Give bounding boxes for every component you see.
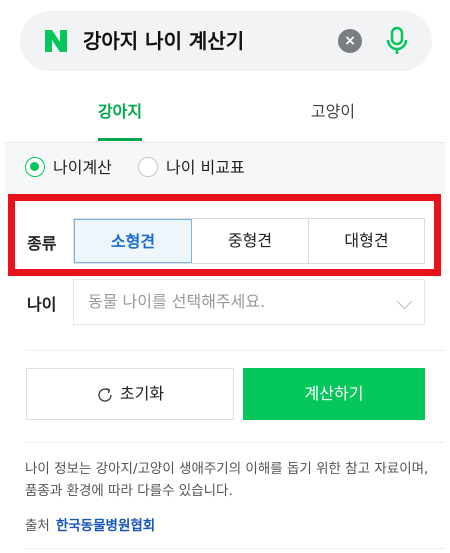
kind-small-button[interactable]: 소형견 (74, 219, 192, 263)
source-link[interactable]: 한국동물병원협회 (56, 518, 155, 534)
reset-label: 초기화 (119, 384, 165, 403)
age-select[interactable]: 동물 나이를 선택해주세요. (73, 279, 425, 325)
divider (25, 442, 445, 443)
radio-age-calc[interactable]: 나이계산 (25, 156, 112, 180)
radio-label: 나이계산 (53, 158, 112, 177)
info-note: 나이 정보는 강아지/고양이 생애주기의 이해를 돕기 위한 참고 자료이며, … (25, 461, 429, 499)
kind-label: 종류 (27, 234, 57, 253)
mic-icon[interactable] (382, 25, 412, 57)
divider (25, 548, 445, 549)
kind-large-button[interactable]: 대형견 (309, 219, 424, 263)
kind-segmented-control: 소형견 중형견 대형견 (73, 218, 425, 264)
tab-bar: 강아지 고양이 (5, 86, 445, 143)
naver-logo-icon (45, 30, 67, 52)
age-select-placeholder: 동물 나이를 선택해주세요. (88, 292, 266, 311)
source-line: 출처 한국동물병원협회 (25, 514, 155, 534)
mode-radio-group: 나이계산 나이 비교표 (5, 143, 445, 194)
refresh-icon (98, 387, 112, 402)
tab-cat[interactable]: 고양이 (283, 86, 383, 141)
radio-unchecked-icon (138, 157, 158, 177)
radio-label: 나이 비교표 (166, 158, 245, 177)
calculate-button[interactable]: 계산하기 (243, 368, 425, 420)
age-calculator-card: 강아지 고양이 나이계산 나이 비교표 종류 소형견 중형견 대형견 나이 동물… (5, 86, 445, 553)
search-query[interactable]: 강아지 나이 계산기 (83, 27, 244, 55)
radio-checked-icon (25, 157, 45, 177)
radio-age-compare[interactable]: 나이 비교표 (138, 156, 245, 180)
search-bar[interactable]: 강아지 나이 계산기 × (20, 11, 432, 71)
kind-medium-button[interactable]: 중형견 (192, 219, 309, 263)
divider (25, 350, 445, 351)
clear-icon[interactable]: × (338, 29, 362, 53)
age-label: 나이 (27, 295, 57, 314)
reset-button[interactable]: 초기화 (26, 368, 234, 420)
tab-dog[interactable]: 강아지 (70, 86, 170, 141)
source-label: 출처 (25, 518, 50, 534)
chevron-down-icon (396, 293, 413, 310)
